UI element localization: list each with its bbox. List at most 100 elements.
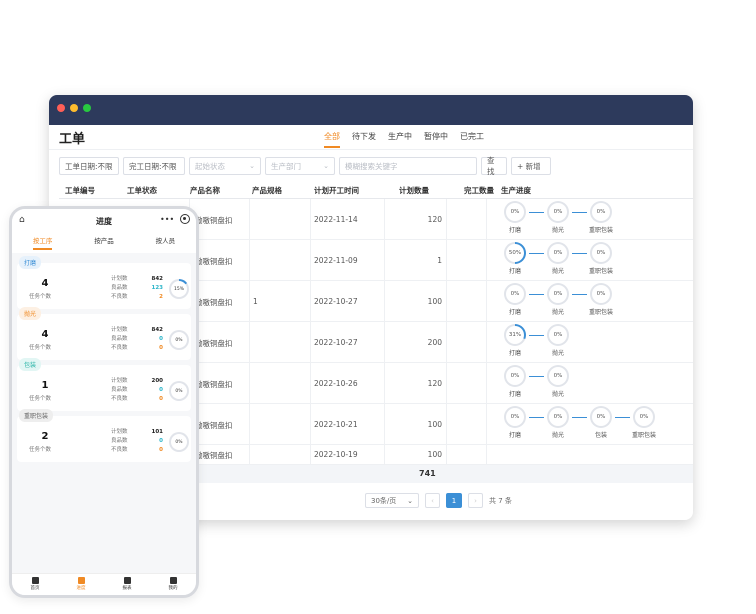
next-page-button[interactable]: ›	[468, 493, 483, 508]
stat-value: 200	[151, 378, 163, 384]
progress-ring: 0%	[169, 330, 189, 350]
status-select[interactable]: 起始状态 ⌄	[189, 157, 261, 175]
process-step[interactable]: 0% 抛光	[544, 283, 572, 316]
progress-ring: 0%	[547, 365, 569, 387]
tab-producing[interactable]: 生产中	[388, 131, 412, 148]
tab-finished[interactable]: 已完工	[460, 131, 484, 148]
progress-percent: 0%	[506, 408, 524, 426]
plan-date-cell: 2022-10-19	[314, 450, 358, 459]
process-step[interactable]: 0% 重职包装	[587, 242, 615, 275]
col-product: 产品名称	[190, 186, 220, 195]
chevron-down-icon: ⌄	[407, 496, 413, 505]
maximize-window-icon[interactable]	[83, 104, 91, 112]
step-connector	[529, 335, 544, 336]
tab-by-process[interactable]: 按工序	[32, 235, 53, 250]
nav-home[interactable]: 首页	[31, 574, 40, 595]
add-button[interactable]: + 新增	[511, 157, 551, 175]
tab-by-product[interactable]: 按产品	[94, 235, 114, 250]
query-button[interactable]: 查找	[481, 156, 507, 176]
process-step[interactable]: 0% 包装	[587, 406, 615, 439]
progress-percent: 0%	[635, 408, 653, 426]
tab-pending[interactable]: 待下发	[352, 131, 376, 148]
page-size-value: 30条/页	[371, 496, 397, 505]
process-step[interactable]: 0% 抛光	[544, 324, 572, 357]
column-divider	[486, 322, 487, 362]
step-connector	[572, 294, 587, 295]
phone-tabs: 按工序 按产品 按人员	[12, 235, 196, 250]
progress-percent: 0%	[592, 244, 610, 262]
process-step[interactable]: 0% 打磨	[501, 283, 529, 316]
more-icon[interactable]: •••	[160, 215, 174, 224]
process-step[interactable]: 0% 抛光	[544, 242, 572, 275]
page-number-current[interactable]: 1	[446, 493, 462, 508]
step-connector	[572, 212, 587, 213]
bottom-nav: 首页 进度 报表 我的	[12, 573, 196, 595]
target-icon[interactable]	[180, 214, 190, 224]
window-titlebar	[49, 95, 693, 125]
stat-values: 101 0 0	[145, 428, 163, 455]
stat-value: 0	[159, 387, 163, 393]
tab-all[interactable]: 全部	[324, 131, 340, 148]
dept-select[interactable]: 生产部门 ⌄	[265, 157, 335, 175]
process-card[interactable]: 重职包装 2 任务个数 计划数 良品数 不良数 101 0 0 0%	[17, 409, 191, 462]
column-divider	[446, 404, 447, 444]
column-divider	[249, 363, 250, 403]
nav-progress[interactable]: 进度	[77, 574, 86, 595]
minimize-window-icon[interactable]	[70, 104, 78, 112]
process-step[interactable]: 0% 打磨	[501, 406, 529, 439]
step-connector	[529, 212, 544, 213]
process-step[interactable]: 31% 打磨	[501, 324, 529, 357]
process-step[interactable]: 0% 重职包装	[630, 406, 658, 439]
process-badge: 抛光	[19, 307, 42, 320]
work-date-filter[interactable]: 工单日期:不限	[59, 157, 119, 175]
close-window-icon[interactable]	[57, 104, 65, 112]
progress-ring: 0%	[547, 324, 569, 346]
process-step-label: 抛光	[551, 268, 564, 275]
search-input[interactable]: 模糊搜索关键字	[339, 157, 477, 175]
progress-ring: 0%	[169, 432, 189, 452]
process-step-label: 打磨	[508, 432, 521, 439]
process-step[interactable]: 0% 重职包装	[587, 201, 615, 234]
prev-page-button[interactable]: ‹	[425, 493, 440, 508]
column-divider	[249, 199, 250, 239]
process-step[interactable]: 0% 打磨	[501, 365, 529, 398]
nav-report[interactable]: 报表	[123, 574, 132, 595]
process-step[interactable]: 0% 抛光	[544, 365, 572, 398]
process-step[interactable]: 50% 打磨	[501, 242, 529, 275]
process-step[interactable]: 0% 打磨	[501, 201, 529, 234]
column-divider	[310, 363, 311, 403]
plan-qty-cell: 1	[437, 255, 442, 265]
column-divider	[446, 322, 447, 362]
progress-icon	[77, 577, 85, 584]
process-badge: 重职包装	[19, 409, 54, 422]
nav-mine[interactable]: 我的	[169, 574, 178, 595]
process-card[interactable]: 打磨 4 任务个数 计划数 良品数 不良数 842 123 2 15%	[17, 256, 191, 309]
tab-by-person[interactable]: 按人员	[156, 235, 176, 250]
tab-paused[interactable]: 暂停中	[424, 131, 448, 148]
stat-label: 计划数	[111, 327, 128, 333]
progress-percent: 0%	[592, 285, 610, 303]
progress-ring: 0%	[590, 242, 612, 264]
stat-values: 842 123 2	[145, 275, 163, 302]
process-step[interactable]: 0% 重职包装	[587, 283, 615, 316]
stat-labels: 计划数 良品数 不良数	[111, 326, 128, 353]
stat-label: 不良数	[111, 396, 128, 402]
process-step[interactable]: 0% 抛光	[544, 201, 572, 234]
page-size-select[interactable]: 30条/页 ⌄	[365, 493, 419, 508]
finish-date-filter[interactable]: 完工日期:不限	[123, 157, 185, 175]
process-step[interactable]: 0% 抛光	[544, 406, 572, 439]
task-count: 4	[41, 329, 49, 340]
column-divider	[446, 240, 447, 280]
app-header: 工单 全部 待下发 生产中 暂停中 已完工	[49, 125, 693, 150]
step-connector	[529, 294, 544, 295]
progress-ring: 0%	[547, 406, 569, 428]
process-step-label: 重职包装	[631, 432, 656, 439]
stat-values: 842 0 0	[145, 326, 163, 353]
column-divider	[249, 445, 250, 464]
stat-labels: 计划数 良品数 不良数	[111, 275, 128, 302]
process-badge: 打磨	[19, 256, 42, 269]
process-card[interactable]: 抛光 4 任务个数 计划数 良品数 不良数 842 0 0 0%	[17, 307, 191, 360]
table-header: 工单编号 工单状态 产品名称 产品规格 计划开工时间 计划数量 完工数量 生产进…	[59, 181, 693, 199]
process-card[interactable]: 包装 1 任务个数 计划数 良品数 不良数 200 0 0 0%	[17, 358, 191, 411]
step-connector	[529, 376, 544, 377]
